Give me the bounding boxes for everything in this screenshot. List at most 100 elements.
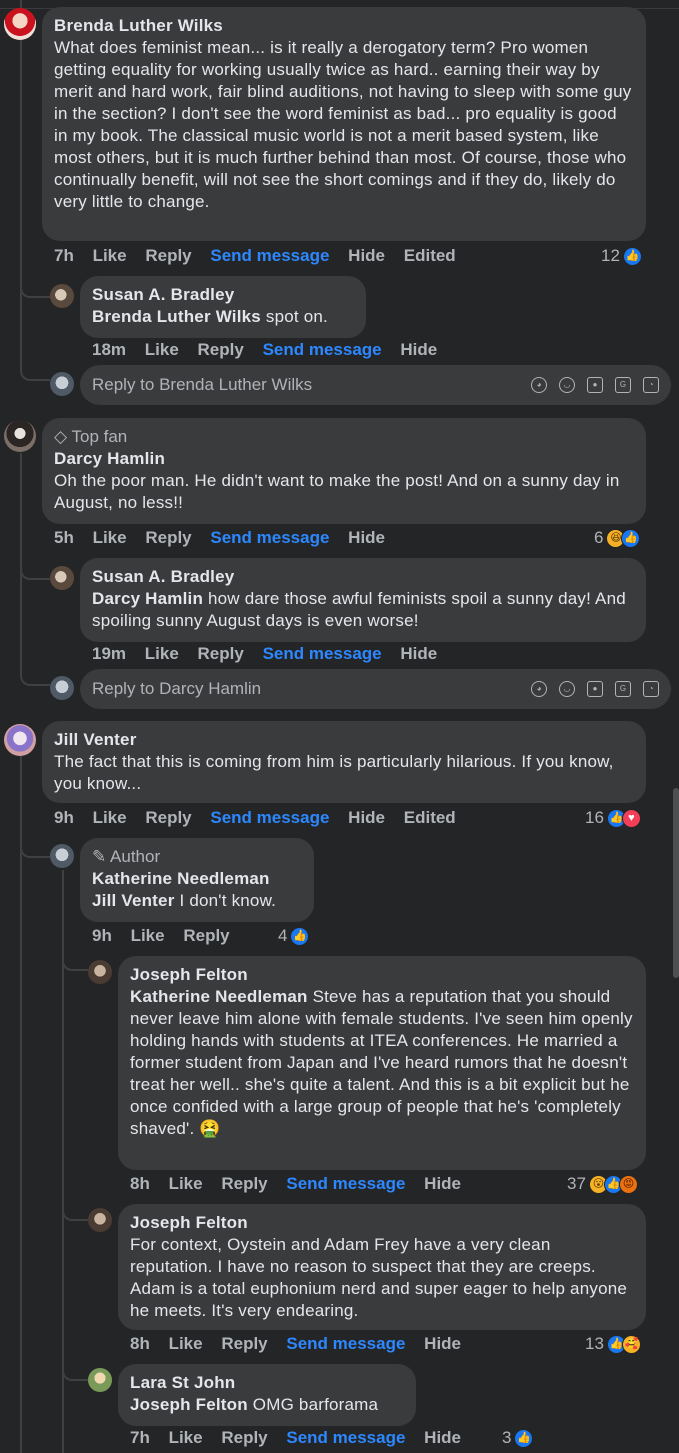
author-name[interactable]: Jill Venter bbox=[54, 729, 634, 751]
mention-link[interactable]: Brenda Luther Wilks bbox=[92, 307, 261, 326]
reaction-summary[interactable]: 6 😆 👍 bbox=[594, 528, 641, 548]
sticker-icon[interactable]: ◔ bbox=[643, 377, 659, 393]
thread-branch bbox=[20, 662, 50, 686]
timestamp[interactable]: 9h bbox=[92, 926, 112, 945]
like-button[interactable]: Like bbox=[169, 1334, 203, 1353]
avatar[interactable] bbox=[88, 960, 112, 984]
send-message-button[interactable]: Send message bbox=[263, 644, 382, 663]
gif-icon[interactable]: G bbox=[615, 681, 631, 697]
author-name[interactable]: Katherine Needleman bbox=[92, 868, 302, 890]
reply-button[interactable]: Reply bbox=[145, 808, 191, 827]
reply-button[interactable]: Reply bbox=[221, 1428, 267, 1447]
send-message-button[interactable]: Send message bbox=[210, 528, 329, 547]
thread-branch bbox=[20, 270, 50, 298]
comment-bubble: Brenda Luther Wilks What does feminist m… bbox=[42, 7, 646, 241]
reply-input[interactable]: Reply to Darcy Hamlin ◕ ◡ ● G ◔ bbox=[80, 669, 671, 709]
avatar[interactable] bbox=[50, 844, 74, 868]
reaction-summary[interactable]: 37 😮 👍 😡 bbox=[567, 1174, 638, 1194]
avatar-sticker-icon[interactable]: ◕ bbox=[531, 377, 547, 393]
send-message-button[interactable]: Send message bbox=[210, 808, 329, 827]
author-name[interactable]: Brenda Luther Wilks bbox=[54, 15, 634, 37]
comment-bubble: Lara St John Joseph Felton OMG barforama bbox=[118, 1364, 416, 1426]
timestamp[interactable]: 5h bbox=[54, 528, 74, 547]
camera-icon[interactable]: ● bbox=[587, 681, 603, 697]
gif-icon[interactable]: G bbox=[615, 377, 631, 393]
reply-button[interactable]: Reply bbox=[221, 1334, 267, 1353]
comment-actions: 8h Like Reply Send message Hide bbox=[130, 1334, 475, 1354]
hide-button[interactable]: Hide bbox=[348, 808, 385, 827]
mention-link[interactable]: Darcy Hamlin bbox=[92, 589, 203, 608]
avatar[interactable] bbox=[88, 1368, 112, 1392]
emoji-icon[interactable]: ◡ bbox=[559, 681, 575, 697]
like-button[interactable]: Like bbox=[145, 644, 179, 663]
avatar[interactable] bbox=[50, 566, 74, 590]
timestamp[interactable]: 7h bbox=[130, 1428, 150, 1447]
author-name[interactable]: Darcy Hamlin bbox=[54, 448, 634, 470]
avatar[interactable] bbox=[4, 8, 36, 40]
hide-button[interactable]: Hide bbox=[400, 340, 437, 359]
reaction-summary[interactable]: 3 👍 bbox=[502, 1428, 534, 1448]
comment-text: Oh the poor man. He didn't want to make … bbox=[54, 471, 620, 512]
timestamp[interactable]: 7h bbox=[54, 246, 74, 265]
reply-input[interactable]: Reply to Brenda Luther Wilks ◕ ◡ ● G ◔ bbox=[80, 365, 671, 405]
author-name[interactable]: Lara St John bbox=[130, 1372, 404, 1394]
reaction-summary[interactable]: 12 👍 bbox=[601, 246, 642, 266]
timestamp[interactable]: 18m bbox=[92, 340, 126, 359]
mention-link[interactable]: Joseph Felton bbox=[130, 1395, 248, 1414]
hide-button[interactable]: Hide bbox=[400, 644, 437, 663]
send-message-button[interactable]: Send message bbox=[263, 340, 382, 359]
author-name[interactable]: Susan A. Bradley bbox=[92, 566, 634, 588]
reply-button[interactable]: Reply bbox=[221, 1174, 267, 1193]
like-button[interactable]: Like bbox=[145, 340, 179, 359]
avatar[interactable] bbox=[50, 284, 74, 308]
timestamp[interactable]: 19m bbox=[92, 644, 126, 663]
edited-label[interactable]: Edited bbox=[404, 246, 456, 265]
like-button[interactable]: Like bbox=[93, 808, 127, 827]
vomit-emoji: 🤮 bbox=[199, 1119, 221, 1138]
send-message-button[interactable]: Send message bbox=[286, 1334, 405, 1353]
reply-button[interactable]: Reply bbox=[145, 246, 191, 265]
avatar[interactable] bbox=[88, 1208, 112, 1232]
author-name[interactable]: Joseph Felton bbox=[130, 1212, 634, 1234]
mention-link[interactable]: Jill Venter bbox=[92, 891, 175, 910]
send-message-button[interactable]: Send message bbox=[286, 1174, 405, 1193]
camera-icon[interactable]: ● bbox=[587, 377, 603, 393]
avatar bbox=[50, 676, 74, 700]
hide-button[interactable]: Hide bbox=[348, 528, 385, 547]
timestamp[interactable]: 8h bbox=[130, 1174, 150, 1193]
author-name[interactable]: Susan A. Bradley bbox=[92, 284, 354, 306]
edited-label[interactable]: Edited bbox=[404, 808, 456, 827]
scrollbar[interactable] bbox=[673, 788, 679, 978]
like-button[interactable]: Like bbox=[131, 926, 165, 945]
avatar-sticker-icon[interactable]: ◕ bbox=[531, 681, 547, 697]
reaction-summary[interactable]: 4 👍 bbox=[278, 926, 310, 946]
reaction-count: 12 bbox=[601, 246, 620, 265]
avatar[interactable] bbox=[4, 420, 36, 452]
send-message-button[interactable]: Send message bbox=[210, 246, 329, 265]
reply-button[interactable]: Reply bbox=[198, 340, 244, 359]
reaction-summary[interactable]: 13 👍 🥰 bbox=[585, 1334, 641, 1354]
like-button[interactable]: Like bbox=[169, 1174, 203, 1193]
mention-link[interactable]: Katherine Needleman bbox=[130, 987, 308, 1006]
reaction-summary[interactable]: 16 👍 ♥ bbox=[585, 808, 641, 828]
timestamp[interactable]: 9h bbox=[54, 808, 74, 827]
reply-button[interactable]: Reply bbox=[198, 644, 244, 663]
hide-button[interactable]: Hide bbox=[424, 1428, 461, 1447]
avatar[interactable] bbox=[4, 724, 36, 756]
hide-button[interactable]: Hide bbox=[348, 246, 385, 265]
timestamp[interactable]: 8h bbox=[130, 1334, 150, 1353]
sticker-icon[interactable]: ◔ bbox=[643, 681, 659, 697]
reply-button[interactable]: Reply bbox=[145, 528, 191, 547]
like-button[interactable]: Like bbox=[169, 1428, 203, 1447]
like-button[interactable]: Like bbox=[93, 246, 127, 265]
hide-button[interactable]: Hide bbox=[424, 1334, 461, 1353]
hide-button[interactable]: Hide bbox=[424, 1174, 461, 1193]
thread-line bbox=[20, 755, 22, 1453]
reply-button[interactable]: Reply bbox=[183, 926, 229, 945]
send-message-button[interactable]: Send message bbox=[286, 1428, 405, 1447]
comment-actions: 19m Like Reply Send message Hide bbox=[92, 644, 451, 664]
thread-branch bbox=[62, 1195, 88, 1221]
emoji-icon[interactable]: ◡ bbox=[559, 377, 575, 393]
author-name[interactable]: Joseph Felton bbox=[130, 964, 634, 986]
like-button[interactable]: Like bbox=[93, 528, 127, 547]
